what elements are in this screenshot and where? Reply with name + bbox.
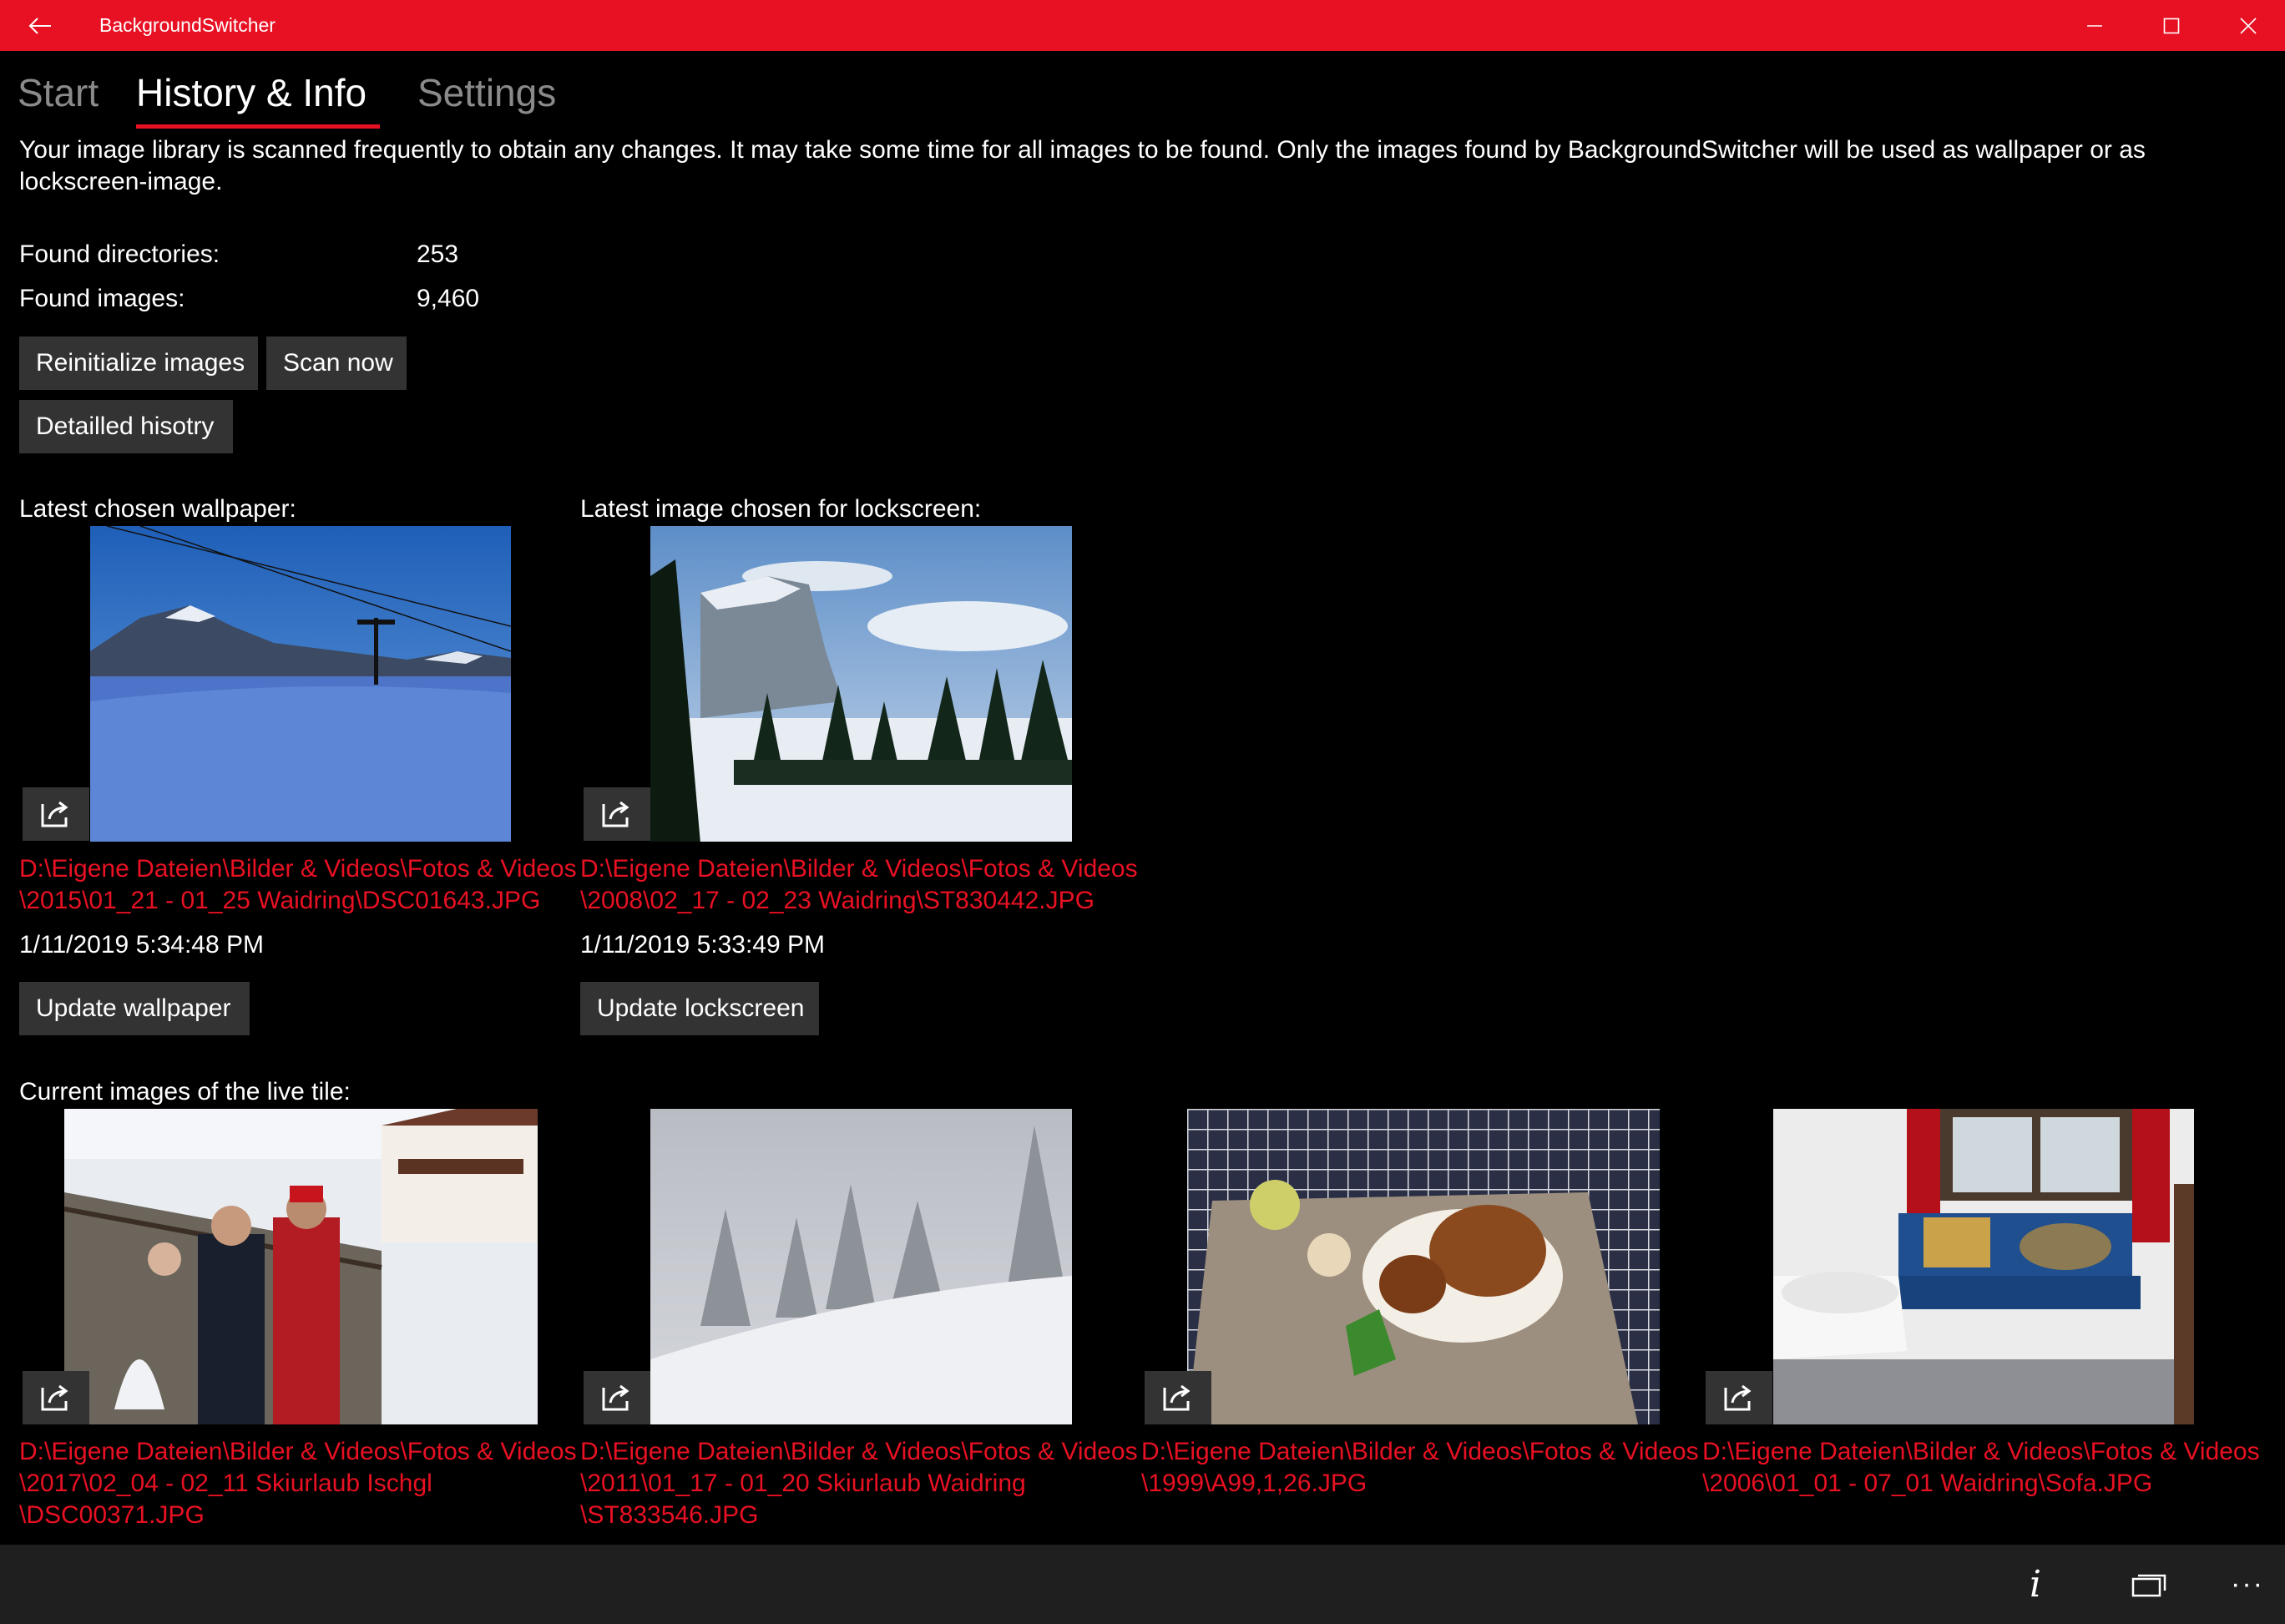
live-tile-image-2	[650, 1109, 1072, 1424]
tab-start[interactable]: Start	[18, 70, 99, 115]
lockscreen-share-button[interactable]	[584, 787, 650, 841]
bottom-app-bar: i ···	[0, 1545, 2285, 1624]
live-tile-heading: Current images of the live tile:	[19, 1078, 351, 1105]
live-tile-2-path[interactable]: D:\Eigene Dateien\Bilder & Videos\Fotos …	[580, 1436, 1138, 1531]
tab-settings[interactable]: Settings	[417, 70, 556, 115]
found-directories-label: Found directories:	[19, 240, 220, 268]
back-arrow-icon	[28, 17, 51, 34]
live-tile-2-path-line-1: D:\Eigene Dateien\Bilder & Videos\Fotos …	[580, 1438, 1138, 1465]
share-icon	[602, 801, 629, 827]
lockscreen-path-line-1: D:\Eigene Dateien\Bilder & Videos\Fotos …	[580, 855, 1138, 883]
lockscreen-image	[650, 526, 1072, 842]
close-button[interactable]	[2210, 0, 2285, 51]
intro-line-2: lockscreen-image.	[19, 168, 223, 195]
update-wallpaper-button[interactable]: Update wallpaper	[19, 982, 250, 1035]
lockscreen-path[interactable]: D:\Eigene Dateien\Bilder & Videos\Fotos …	[580, 853, 1138, 917]
share-icon	[602, 1384, 629, 1411]
live-tile-2-path-line-3: \ST833546.JPG	[580, 1501, 759, 1529]
live-tile-image-4	[1773, 1109, 2194, 1424]
live-tile-1-path-line-3: \DSC00371.JPG	[19, 1501, 205, 1529]
more-options-button[interactable]: ···	[2210, 1545, 2285, 1624]
close-icon	[2240, 17, 2257, 34]
live-tile-2-path-line-2: \2011\01_17 - 01_20 Skiurlaub Waidring	[580, 1470, 1026, 1497]
detailed-history-button[interactable]: Detailled hisotry	[19, 400, 233, 453]
more-icon: ···	[2231, 1568, 2264, 1600]
slideshow-button[interactable]	[2111, 1545, 2186, 1624]
intro-text: Your image library is scanned frequently…	[19, 134, 2190, 198]
info-icon: i	[2029, 1563, 2042, 1606]
found-directories-value: 253	[417, 240, 459, 268]
live-tile-1-path-line-2: \2017\02_04 - 02_11 Skiurlaub Ischgl	[19, 1470, 432, 1497]
live-tile-3-share-button[interactable]	[1145, 1371, 1211, 1424]
lockscreen-timestamp: 1/11/2019 5:33:49 PM	[580, 931, 825, 959]
minimize-icon	[2087, 24, 2102, 27]
share-icon	[41, 1384, 68, 1411]
wallpaper-heading: Latest chosen wallpaper:	[19, 495, 296, 523]
info-button[interactable]: i	[1998, 1545, 2073, 1624]
live-tile-4-path-line-2: \2006\01_01 - 07_01 Waidring\Sofa.JPG	[1702, 1470, 2153, 1497]
lockscreen-path-line-2: \2008\02_17 - 02_23 Waidring\ST830442.JP…	[580, 887, 1094, 914]
wallpaper-path-line-2: \2015\01_21 - 01_25 Waidring\DSC01643.JP…	[19, 887, 541, 914]
share-icon	[1163, 1384, 1191, 1411]
live-tile-3-path-line-2: \1999\A99,1,26.JPG	[1141, 1470, 1367, 1497]
tab-history-info[interactable]: History & Info	[136, 70, 367, 115]
live-tile-2-share-button[interactable]	[584, 1371, 650, 1424]
slideshow-icon	[2131, 1574, 2166, 1596]
lockscreen-heading: Latest image chosen for lockscreen:	[580, 495, 982, 523]
maximize-icon	[2163, 18, 2180, 33]
reinitialize-images-button[interactable]: Reinitialize images	[19, 336, 258, 390]
live-tile-4-share-button[interactable]	[1706, 1371, 1772, 1424]
live-tile-1-path-line-1: D:\Eigene Dateien\Bilder & Videos\Fotos …	[19, 1438, 577, 1465]
intro-line-1: Your image library is scanned frequently…	[19, 136, 2146, 164]
live-tile-4-path[interactable]: D:\Eigene Dateien\Bilder & Videos\Fotos …	[1702, 1436, 2260, 1500]
maximize-button[interactable]	[2133, 0, 2210, 51]
share-icon	[41, 801, 68, 827]
window-title: BackgroundSwitcher	[99, 14, 276, 36]
scan-now-button[interactable]: Scan now	[266, 336, 407, 390]
minimize-button[interactable]	[2056, 0, 2133, 51]
back-button[interactable]	[17, 0, 63, 51]
live-tile-1-share-button[interactable]	[23, 1371, 89, 1424]
wallpaper-image	[90, 526, 511, 842]
share-icon	[1724, 1384, 1752, 1411]
found-images-label: Found images:	[19, 285, 185, 312]
live-tile-image-3	[1187, 1109, 1660, 1424]
wallpaper-timestamp: 1/11/2019 5:34:48 PM	[19, 931, 264, 959]
live-tile-3-path[interactable]: D:\Eigene Dateien\Bilder & Videos\Fotos …	[1141, 1436, 1699, 1500]
update-lockscreen-button[interactable]: Update lockscreen	[580, 982, 819, 1035]
live-tile-image-1	[64, 1109, 538, 1424]
title-bar: BackgroundSwitcher	[0, 0, 2285, 51]
wallpaper-path-line-1: D:\Eigene Dateien\Bilder & Videos\Fotos …	[19, 855, 577, 883]
live-tile-1-path[interactable]: D:\Eigene Dateien\Bilder & Videos\Fotos …	[19, 1436, 577, 1531]
active-tab-indicator	[136, 124, 380, 129]
found-images-value: 9,460	[417, 285, 480, 312]
wallpaper-share-button[interactable]	[23, 787, 89, 841]
live-tile-3-path-line-1: D:\Eigene Dateien\Bilder & Videos\Fotos …	[1141, 1438, 1699, 1465]
live-tile-4-path-line-1: D:\Eigene Dateien\Bilder & Videos\Fotos …	[1702, 1438, 2260, 1465]
wallpaper-path[interactable]: D:\Eigene Dateien\Bilder & Videos\Fotos …	[19, 853, 577, 917]
